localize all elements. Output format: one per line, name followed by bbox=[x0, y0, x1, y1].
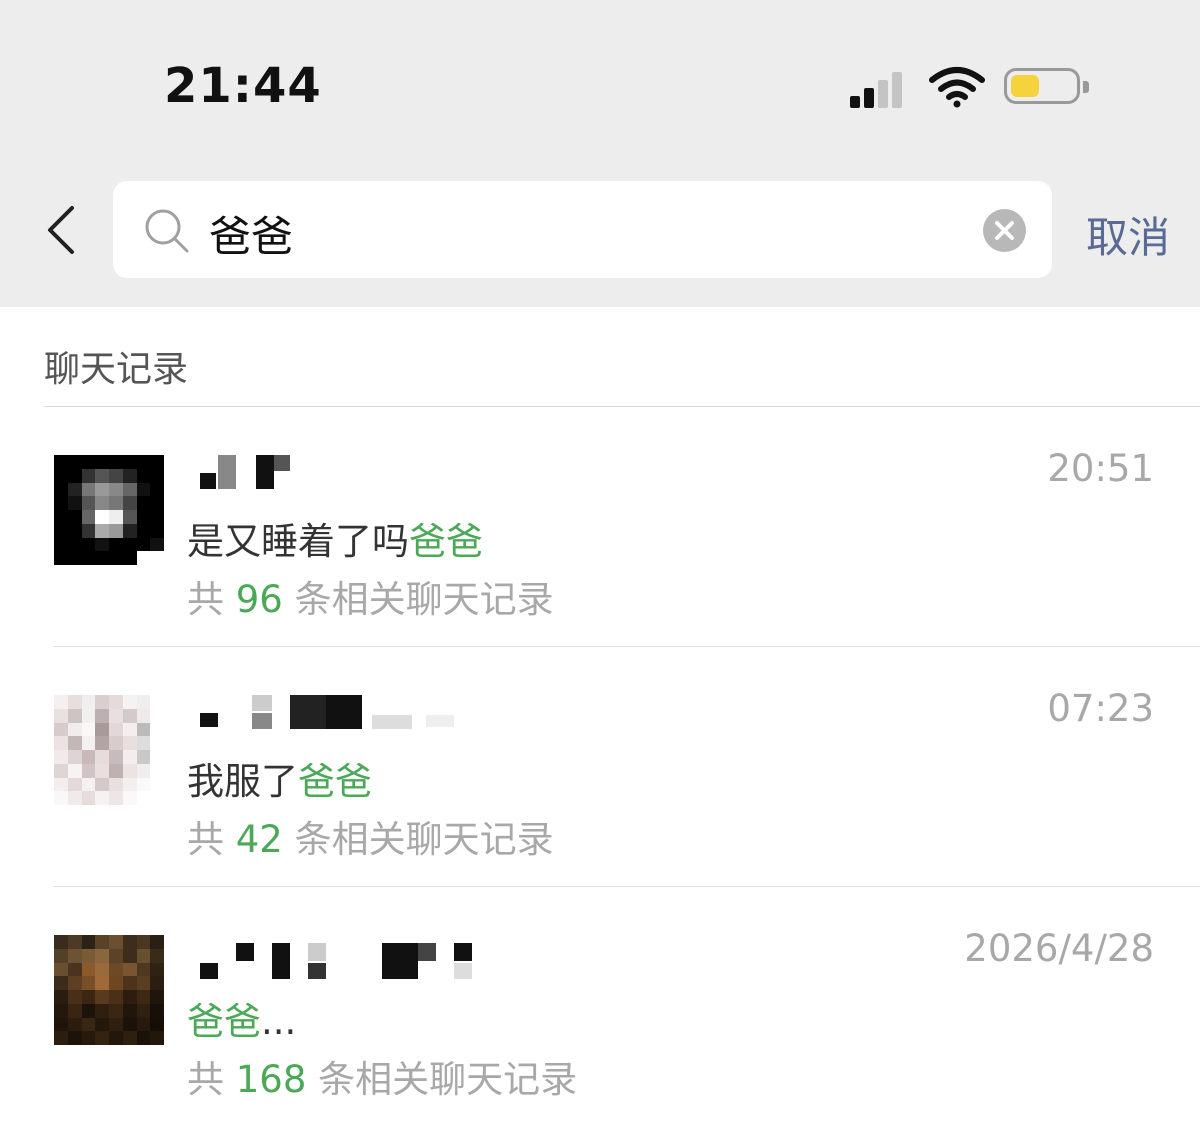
search-input[interactable]: 爸爸 bbox=[113, 181, 1052, 278]
top-bar: 21:44 爸爸 取消 bbox=[0, 0, 1200, 307]
related-count: 共 168 条相关聊天记录 bbox=[187, 1058, 578, 1101]
message-snippet: 是又睡着了吗爸爸 bbox=[187, 520, 483, 563]
chat-result-item[interactable]: 07:23 我服了爸爸 共 42 条相关聊天记录 bbox=[0, 647, 1200, 887]
chat-result-item[interactable]: 20:51 是又睡着了吗爸爸 共 96 条相关聊天记录 bbox=[0, 407, 1200, 647]
chat-result-item[interactable]: 2026/4/28 爸爸... 共 168 条相关聊天记录 bbox=[0, 887, 1200, 1127]
contact-name-pixelated bbox=[200, 935, 500, 979]
search-icon bbox=[145, 209, 189, 253]
section-title: 聊天记录 bbox=[44, 349, 189, 390]
result-time: 2026/4/28 bbox=[964, 927, 1154, 970]
wifi-icon bbox=[929, 67, 985, 108]
back-arrow-icon[interactable] bbox=[40, 200, 84, 260]
cellular-signal-icon bbox=[850, 68, 912, 108]
highlighted-keyword: 爸爸 bbox=[187, 1000, 261, 1043]
cancel-button[interactable]: 取消 bbox=[1086, 204, 1170, 265]
contact-name-pixelated bbox=[200, 455, 500, 495]
result-time: 07:23 bbox=[1047, 687, 1154, 730]
search-query-text[interactable]: 爸爸 bbox=[209, 203, 293, 264]
clear-icon[interactable] bbox=[983, 209, 1026, 252]
highlighted-keyword: 爸爸 bbox=[409, 520, 483, 563]
related-count: 共 42 条相关聊天记录 bbox=[187, 818, 554, 861]
message-snippet: 爸爸... bbox=[187, 1000, 297, 1043]
contact-name-pixelated bbox=[200, 695, 500, 735]
related-count: 共 96 条相关聊天记录 bbox=[187, 578, 554, 621]
avatar bbox=[54, 455, 164, 565]
highlighted-keyword: 爸爸 bbox=[298, 760, 372, 803]
battery-icon bbox=[1004, 68, 1089, 104]
status-time: 21:44 bbox=[164, 58, 322, 114]
result-time: 20:51 bbox=[1047, 447, 1154, 490]
avatar bbox=[54, 935, 164, 1045]
avatar bbox=[54, 695, 164, 805]
message-snippet: 我服了爸爸 bbox=[187, 760, 372, 803]
